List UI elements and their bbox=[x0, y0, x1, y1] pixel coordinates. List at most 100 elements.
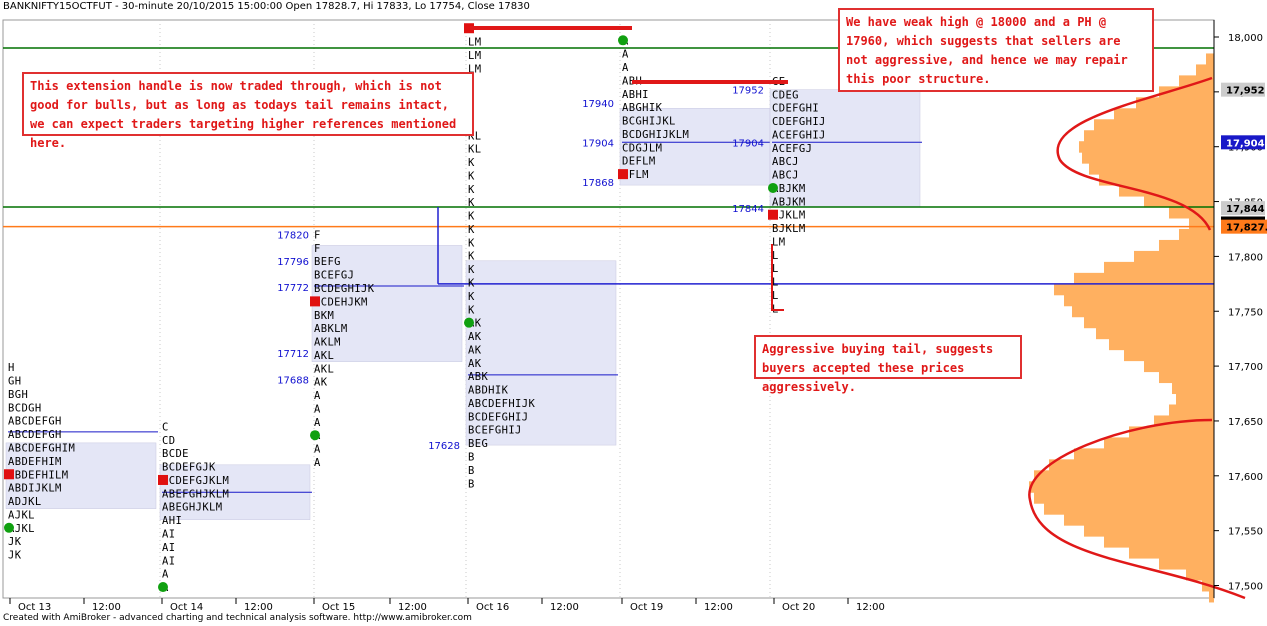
x-tick-label: Oct 15 bbox=[322, 602, 355, 613]
volume-bar bbox=[1064, 514, 1214, 526]
level-label: 17952 bbox=[732, 86, 764, 97]
y-tick-label: 17,800 bbox=[1228, 252, 1263, 263]
tpo-row: K bbox=[468, 170, 475, 182]
close-marker bbox=[618, 35, 628, 46]
x-tick-label: 12:00 bbox=[244, 602, 273, 613]
open-marker bbox=[158, 474, 168, 485]
tpo-row: BCDE bbox=[162, 448, 189, 460]
price-tag-label: 17,904 bbox=[1226, 138, 1265, 149]
tpo-row: ABCJ bbox=[772, 156, 799, 168]
tpo-row: ABEFGHJKLM bbox=[162, 488, 229, 500]
x-tick-label: 12:00 bbox=[398, 602, 427, 613]
volume-bar bbox=[1119, 185, 1214, 197]
tpo-row: ADJKL bbox=[8, 496, 42, 508]
tpo-row: AHI bbox=[162, 515, 182, 527]
volume-bar bbox=[1054, 283, 1214, 296]
tpo-row: A bbox=[314, 417, 321, 429]
tpo-row: AKL bbox=[314, 350, 334, 362]
volume-bar bbox=[1159, 558, 1214, 570]
tpo-row: BJKLM bbox=[772, 223, 806, 235]
tpo-row: ABDHIK bbox=[468, 385, 509, 397]
tpo-row: ABDIJKLM bbox=[8, 483, 62, 495]
volume-bar bbox=[1089, 163, 1214, 175]
volume-bar bbox=[1074, 272, 1214, 285]
tpo-row: GH bbox=[8, 376, 21, 388]
tpo-row: KL bbox=[468, 144, 481, 156]
close-marker bbox=[768, 182, 778, 193]
x-tick-label: 12:00 bbox=[550, 602, 579, 613]
tpo-row: ACEFGHIJ bbox=[772, 129, 826, 141]
y-tick-label: 17,750 bbox=[1228, 307, 1263, 318]
close-marker bbox=[158, 582, 168, 593]
tpo-row: L bbox=[772, 250, 779, 262]
tpo-row: AI bbox=[162, 555, 175, 567]
tpo-row: CDEFGHI bbox=[772, 103, 819, 115]
tpo-row: ABGHIK bbox=[622, 102, 663, 114]
tpo-row: A bbox=[314, 457, 321, 469]
tpo-row: AK bbox=[314, 377, 328, 389]
x-tick-label: 12:00 bbox=[856, 602, 885, 613]
volume-bar bbox=[1159, 371, 1214, 384]
x-tick-label: Oct 20 bbox=[782, 602, 815, 613]
level-label: 17688 bbox=[277, 375, 309, 386]
volume-bar bbox=[1104, 437, 1214, 449]
tpo-row: K bbox=[468, 184, 475, 196]
open-marker bbox=[618, 169, 628, 180]
volume-bar bbox=[1096, 327, 1214, 340]
level-label: 17868 bbox=[582, 178, 614, 189]
tpo-row: LM bbox=[772, 236, 785, 248]
tpo-row: ABCDEFGH bbox=[8, 416, 62, 428]
close-marker bbox=[464, 317, 474, 328]
price-tag-label: 17,844 bbox=[1226, 204, 1265, 215]
x-tick-label: Oct 14 bbox=[170, 602, 203, 613]
volume-bar bbox=[1064, 294, 1214, 307]
level-label: 17820 bbox=[277, 230, 309, 241]
tpo-row: B bbox=[468, 465, 475, 477]
tpo-row: AKLM bbox=[314, 337, 341, 349]
tpo-row: AKL bbox=[314, 363, 334, 375]
volume-bar bbox=[1109, 338, 1214, 351]
volume-bar bbox=[1034, 470, 1214, 482]
volume-bar bbox=[1129, 547, 1214, 559]
tpo-row: A bbox=[314, 403, 321, 415]
level-label: 17940 bbox=[582, 99, 614, 110]
tpo-row: ABCDEFGH bbox=[8, 429, 62, 441]
volume-bar bbox=[1134, 250, 1214, 263]
volume-bar bbox=[1209, 590, 1214, 603]
tpo-row: K bbox=[468, 278, 475, 290]
tpo-row: BCDEHJKM bbox=[314, 296, 368, 308]
tpo-row: AK bbox=[468, 358, 482, 370]
tpo-row: K bbox=[468, 304, 475, 316]
tpo-row: K bbox=[468, 211, 475, 223]
level-label: 17796 bbox=[277, 257, 309, 268]
annotation-buying-tail: Aggressive buying tail, suggests buyers … bbox=[754, 335, 1022, 394]
open-marker bbox=[4, 469, 14, 480]
tpo-row: A bbox=[314, 444, 321, 456]
tpo-row: BGH bbox=[8, 389, 28, 401]
tpo-row: BCDEFGHIJ bbox=[468, 411, 529, 423]
tpo-row: A bbox=[622, 62, 629, 74]
tpo-row: A bbox=[622, 49, 629, 61]
footer-credit: Created with AmiBroker - advanced charti… bbox=[3, 613, 472, 623]
volume-bar bbox=[1104, 261, 1214, 274]
y-tick-label: 18,000 bbox=[1228, 33, 1263, 44]
annotation-extension-handle: This extension handle is now traded thro… bbox=[22, 72, 474, 150]
tpo-row: F bbox=[314, 229, 321, 241]
tpo-row: BKM bbox=[314, 310, 334, 322]
close-marker bbox=[310, 430, 320, 441]
tpo-row: ABDEFHILM bbox=[8, 469, 69, 481]
tpo-row: C bbox=[162, 421, 169, 433]
tpo-row: ABDEFHIM bbox=[8, 456, 62, 468]
tpo-row: K bbox=[468, 224, 475, 236]
volume-bar bbox=[1034, 492, 1214, 504]
volume-bar bbox=[1196, 64, 1214, 76]
tpo-row: ABHI bbox=[622, 89, 649, 101]
volume-bar bbox=[1079, 141, 1214, 153]
level-label: 17712 bbox=[277, 349, 309, 360]
volume-bar bbox=[1206, 53, 1214, 65]
tpo-row: BCDGH bbox=[8, 402, 42, 414]
tpo-row: BCDEGHIJK bbox=[314, 283, 375, 295]
y-tick-label: 17,700 bbox=[1228, 362, 1263, 373]
tpo-row: JK bbox=[8, 536, 22, 548]
y-tick-label: 17,500 bbox=[1228, 582, 1263, 593]
